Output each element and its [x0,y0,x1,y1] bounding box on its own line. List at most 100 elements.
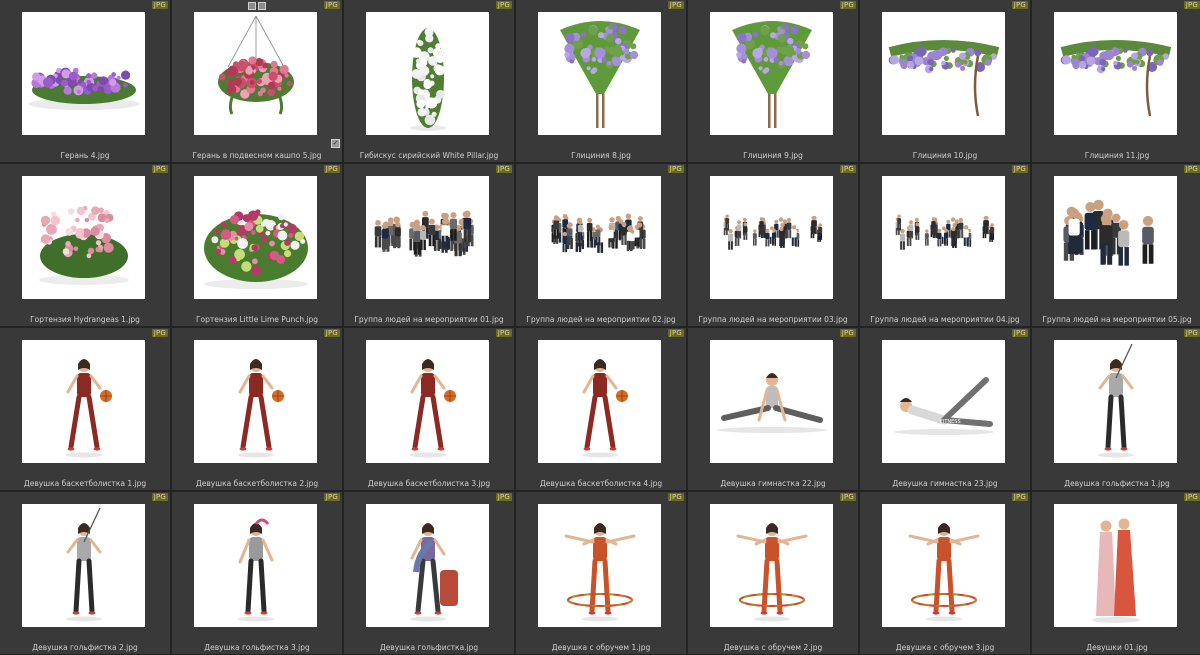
file-name-label: Девушка с обручем 3.jpg [895,643,995,652]
file-name-label: Девушка гольфистка 1.jpg [1064,479,1170,488]
thumbnail-tile[interactable]: JPG Гибискус сирийский White Pillar.jpg [344,0,514,162]
file-type-badge: JPG [1011,1,1028,9]
thumbnail-image[interactable] [710,340,833,463]
thumbnail-tile[interactable]: JPG Девушка баскетболистка 1.jpg [0,328,170,490]
thumbnail-image[interactable] [710,504,833,627]
file-type-badge: JPG [323,493,340,501]
thumbnail-tile[interactable]: JPG Девушка баскетболистка 4.jpg [516,328,686,490]
thumbnail-image[interactable] [366,12,489,135]
thumbnail-tile[interactable]: JPG Герань 4.jpg [0,0,170,162]
thumbnail-image[interactable] [538,12,661,135]
file-name-label: Девушка баскетболистка 2.jpg [195,479,319,488]
file-name-label: Глициния 10.jpg [912,151,978,160]
thumbnail-tile[interactable]: JPG Девушки 01.jpg [1032,492,1200,654]
thumbnail-image[interactable] [1054,12,1177,135]
thumbnail-tile[interactable]: JPG [1032,164,1200,326]
file-name-label: Девушка баскетболистка 3.jpg [367,479,491,488]
thumbnail-image[interactable] [1054,504,1177,627]
thumbnail-tile[interactable]: JPG Гортензия Hydrangeas 1.jpg [0,164,170,326]
file-name-label: Девушка с обручем 1.jpg [551,643,651,652]
thumbnail-tile[interactable]: JPG FITNESS Девушка гимнастка 23.jpg [860,328,1030,490]
thumbnail-tile[interactable]: JPG Девушка с обручем 1.jpg [516,492,686,654]
thumbnail-tile[interactable]: JPG Девушка с обручем 3.jpg [860,492,1030,654]
file-type-badge: JPG [151,165,168,173]
thumbnail-image[interactable] [22,340,145,463]
thumbnail-image[interactable] [882,504,1005,627]
selected-checkbox-icon[interactable]: ✓ [331,139,340,148]
file-type-badge: JPG [323,329,340,337]
thumbnail-image[interactable] [538,504,661,627]
thumbnail-tile[interactable]: JPG Девушка гольфистка 1.jpg [1032,328,1200,490]
file-name-label: Группа людей на мероприятии 05.jpg [1042,315,1192,324]
thumbnail-tile[interactable]: JPG Глициния 8.jpg [516,0,686,162]
file-name-label: Герань 4.jpg [60,151,110,160]
file-name-label: Девушка баскетболистка 1.jpg [23,479,147,488]
thumbnail-image[interactable] [366,504,489,627]
thumbnail-image[interactable] [882,176,1005,299]
thumbnail-tile[interactable]: JPG ✓ Герань в подвесном кашпо 5.jpg [172,0,342,162]
file-type-badge: JPG [667,165,684,173]
file-name-label: Девушка с обручем 2.jpg [723,643,823,652]
thumbnail-image[interactable] [882,12,1005,135]
file-type-badge: JPG [667,1,684,9]
file-type-badge: JPG [495,1,512,9]
thumbnail-tile[interactable]: JPG Девушка гимнастка 22.jpg [688,328,858,490]
toggle-square-icon[interactable] [248,2,256,10]
file-name-label: Девушка гольфистка 2.jpg [32,643,138,652]
file-type-badge: JPG [495,493,512,501]
file-name-label: Группа людей на мероприятии 03.jpg [698,315,848,324]
file-type-badge: JPG [1011,165,1028,173]
file-name-label: Девушка гимнастка 23.jpg [892,479,998,488]
thumbnail-image[interactable] [366,176,489,299]
thumbnail-tile[interactable]: JPG Глициния 10.jpg [860,0,1030,162]
thumbnail-image[interactable] [194,12,317,135]
file-type-badge: JPG [323,165,340,173]
file-name-label: Девушка баскетболистка 4.jpg [539,479,663,488]
thumbnail-image[interactable] [1054,176,1177,299]
thumbnail-tile[interactable]: JPG Девушка с обручем 2.jpg [688,492,858,654]
file-type-badge: JPG [495,329,512,337]
file-name-label: Группа людей на мероприятии 02.jpg [526,315,676,324]
edit-pencil-icon[interactable] [258,2,266,10]
thumbnail-tile[interactable]: JPG [516,164,686,326]
file-type-badge: JPG [323,1,340,9]
thumbnail-tile[interactable]: JPG Девушка гольфистка 3.jpg [172,492,342,654]
file-name-label: Девушка гольфистка.jpg [379,643,479,652]
thumbnail-image[interactable] [1054,340,1177,463]
file-name-label: Гортензия Hydrangeas 1.jpg [30,315,140,324]
thumbnail-image[interactable] [22,504,145,627]
file-type-badge: JPG [667,329,684,337]
file-type-badge: JPG [1183,493,1200,501]
thumbnail-image[interactable] [366,340,489,463]
thumbnail-tile[interactable]: JPG [860,164,1030,326]
thumbnail-tile[interactable]: JPG Девушка баскетболистка 2.jpg [172,328,342,490]
thumbnail-tile[interactable]: JPG [344,164,514,326]
thumbnail-tile[interactable]: JPG Гортензия Little Lime Punch.jpg [172,164,342,326]
file-name-label: Группа людей на мероприятии 04.jpg [870,315,1020,324]
file-name-label: Глициния 9.jpg [743,151,803,160]
svg-text:FITNESS: FITNESS [940,419,961,425]
file-name-label: Группа людей на мероприятии 01.jpg [354,315,504,324]
thumbnail-grid: JPG Герань 4.jpg JPG ✓ Герань в подвесном … [0,0,1200,655]
file-type-badge: JPG [1011,329,1028,337]
thumbnail-tile[interactable]: JPG Девушка баскетболистка 3.jpg [344,328,514,490]
thumbnail-tile[interactable]: JPG [688,164,858,326]
thumbnail-image[interactable] [194,504,317,627]
thumbnail-image[interactable] [538,340,661,463]
thumbnail-image[interactable] [710,176,833,299]
file-type-badge: JPG [151,493,168,501]
thumbnail-tile[interactable]: JPG Девушка гольфистка 2.jpg [0,492,170,654]
thumbnail-image[interactable] [538,176,661,299]
thumbnail-image[interactable] [194,176,317,299]
thumbnail-image[interactable] [710,12,833,135]
thumbnail-tile[interactable]: JPG Девушка гольфистка.jpg [344,492,514,654]
thumbnail-image[interactable] [22,12,145,135]
thumbnail-image[interactable] [22,176,145,299]
file-name-label: Глициния 11.jpg [1084,151,1150,160]
thumbnail-tile[interactable]: JPG Глициния 11.jpg [1032,0,1200,162]
file-type-badge: JPG [839,493,856,501]
thumbnail-image[interactable]: FITNESS [882,340,1005,463]
thumbnail-image[interactable] [194,340,317,463]
thumbnail-tile[interactable]: JPG Глициния 9.jpg [688,0,858,162]
file-name-label: Герань в подвесном кашпо 5.jpg [192,151,322,160]
